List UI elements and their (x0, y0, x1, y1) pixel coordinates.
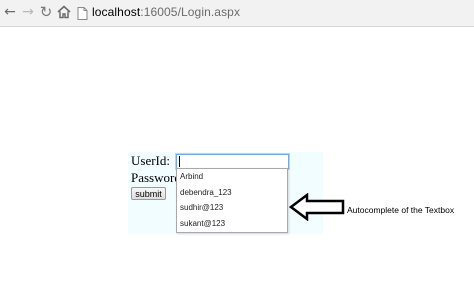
userid-input[interactable] (175, 153, 290, 170)
autocomplete-dropdown: Arbind debendra_123 sudhir@123 sukant@12… (176, 168, 288, 233)
page-icon (77, 7, 88, 20)
browser-toolbar: ← → ↻ localhost:16005/Login.aspx (0, 0, 474, 27)
url-path: :16005/Login.aspx (140, 5, 241, 19)
userid-label: UserId: (131, 153, 170, 168)
autocomplete-item[interactable]: Arbind (177, 169, 287, 185)
autocomplete-item[interactable]: debendra_123 (177, 185, 287, 201)
forward-icon[interactable]: → (20, 4, 36, 20)
url-host: localhost (92, 5, 141, 19)
autocomplete-item[interactable]: sukant@123 (177, 216, 287, 232)
left-arrow-icon (289, 193, 345, 221)
submit-button[interactable]: submit (131, 187, 166, 200)
autocomplete-item[interactable]: sudhir@123 (177, 200, 287, 216)
back-icon[interactable]: ← (2, 4, 18, 20)
address-bar[interactable]: localhost:16005/Login.aspx (92, 5, 240, 19)
reload-icon[interactable]: ↻ (38, 4, 54, 20)
text-caret (179, 156, 180, 167)
home-icon[interactable] (56, 4, 72, 20)
annotation-text: Autocomplete of the Textbox (347, 205, 455, 215)
